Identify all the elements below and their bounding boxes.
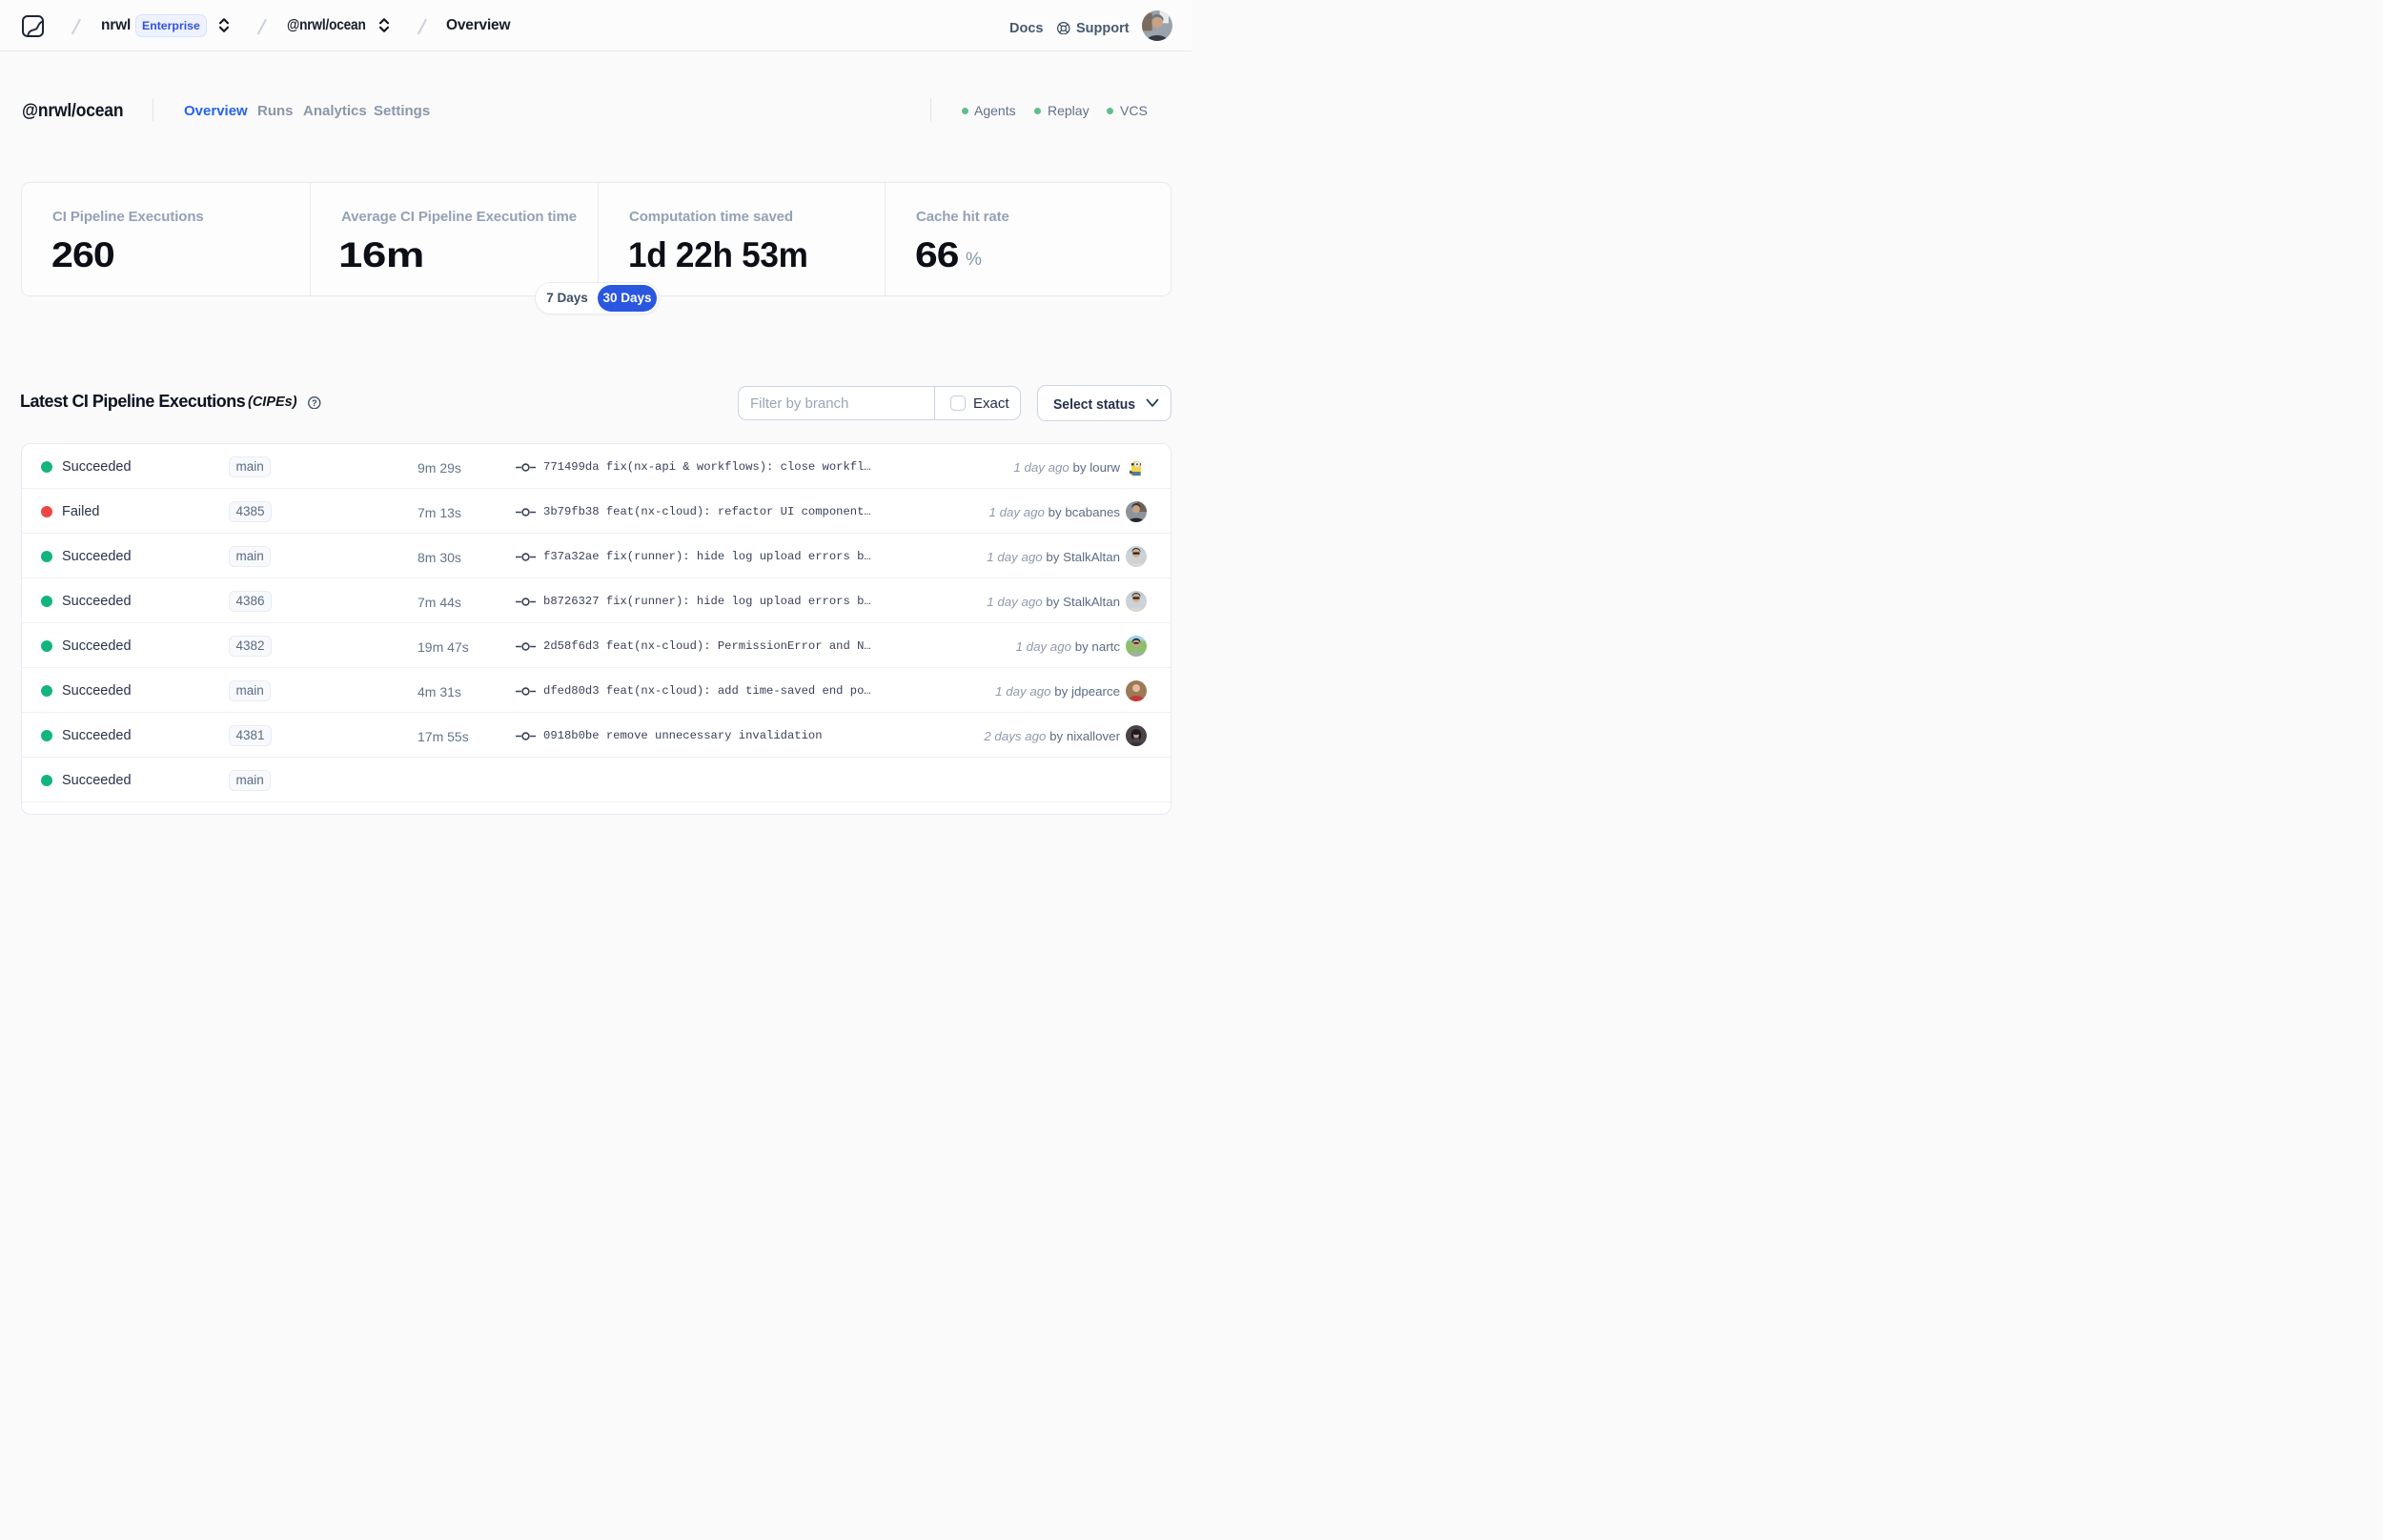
svg-text:?: ? [312,397,317,407]
